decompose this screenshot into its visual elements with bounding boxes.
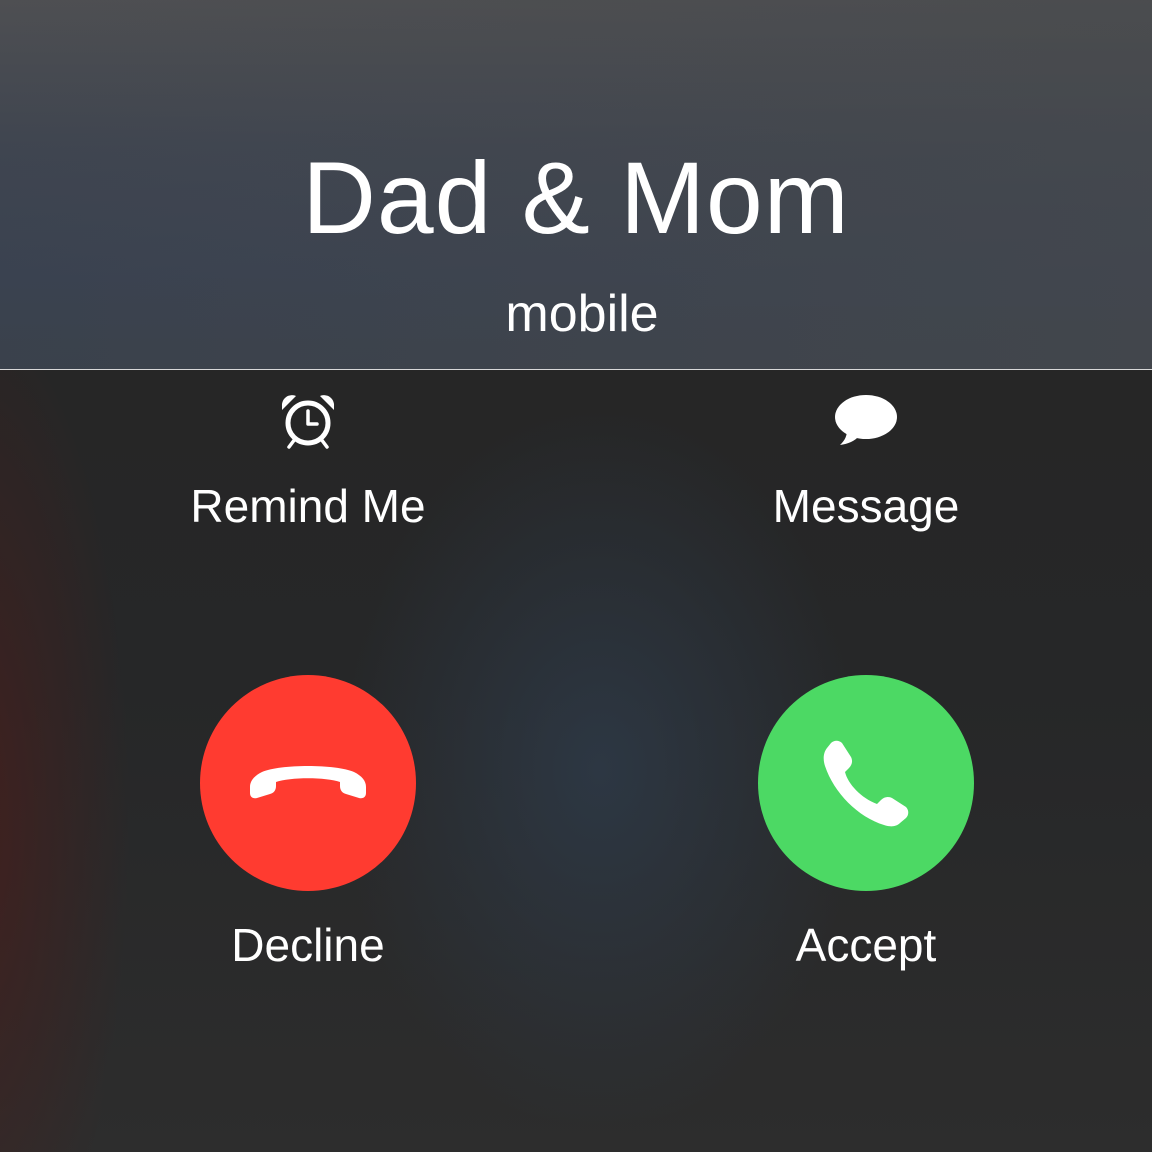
alarm-clock-icon — [281, 395, 335, 449]
remind-me-button[interactable]: Remind Me — [138, 392, 478, 534]
decline-call-button[interactable]: Decline — [138, 675, 478, 973]
accept-label: Accept — [795, 919, 937, 971]
message-label: Message — [772, 480, 960, 532]
accept-call-button[interactable]: Accept — [696, 675, 1036, 973]
caller-name: Dad & Mom — [302, 141, 850, 255]
call-controls: Remind Me Message Decline Accept — [0, 370, 1152, 1152]
phone-icon — [823, 740, 909, 827]
caller-header: Dad & Mom mobile — [0, 0, 1152, 370]
caller-type-label: mobile — [505, 285, 659, 343]
decline-label: Decline — [231, 919, 385, 971]
decline-circle[interactable] — [200, 675, 416, 891]
accept-circle[interactable] — [758, 675, 974, 891]
message-button[interactable]: Message — [696, 392, 1036, 534]
phone-hangup-icon — [250, 766, 366, 799]
remind-me-label: Remind Me — [190, 480, 426, 532]
incoming-call-screen: Dad & Mom mobile Remind Me Message Decli… — [0, 0, 1152, 1152]
speech-bubble-icon — [835, 395, 897, 445]
